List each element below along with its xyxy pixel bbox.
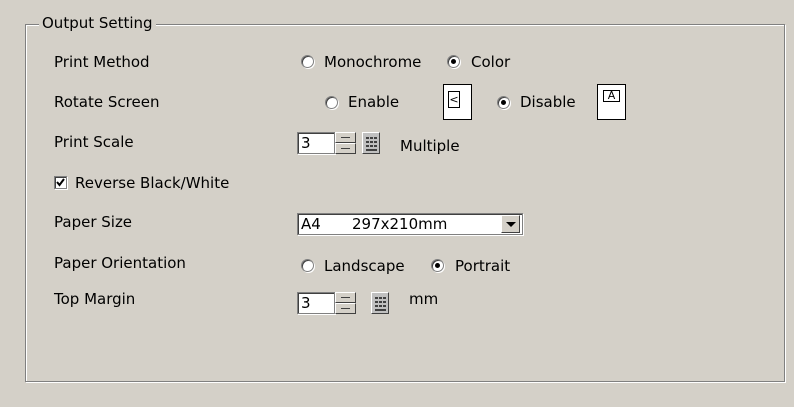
keypad-icon[interactable]	[362, 132, 380, 154]
upright-a-icon: A	[603, 90, 620, 102]
reverse-bw-label[interactable]: Reverse Black/White	[75, 173, 229, 193]
top-margin-spinner[interactable]	[335, 292, 356, 314]
top-margin-input[interactable]: 3	[297, 292, 335, 314]
print-method-label: Print Method	[54, 53, 150, 71]
landscape-radio[interactable]	[301, 259, 314, 272]
reverse-bw-checkbox[interactable]	[54, 176, 67, 189]
monochrome-label[interactable]: Monochrome	[324, 52, 421, 72]
print-scale-label: Print Scale	[54, 133, 134, 151]
color-label[interactable]: Color	[471, 52, 510, 72]
spin-up-button[interactable]	[335, 132, 356, 143]
keypad-icon[interactable]	[371, 292, 389, 314]
rotated-a-icon: <	[448, 91, 460, 108]
print-scale-input[interactable]: 3	[297, 132, 335, 154]
enable-label[interactable]: Enable	[348, 92, 399, 112]
top-margin-label: Top Margin	[54, 290, 136, 308]
top-margin-unit: mm	[409, 290, 439, 308]
chevron-down-icon[interactable]	[501, 215, 520, 233]
spin-up-button[interactable]	[335, 292, 356, 303]
paper-size-select[interactable]: A4 297x210mm	[297, 213, 523, 235]
group-title: Output Setting	[39, 13, 156, 33]
paper-size-label: Paper Size	[54, 213, 133, 231]
print-scale-spinner[interactable]	[335, 132, 356, 154]
color-radio[interactable]	[447, 55, 460, 68]
landscape-label[interactable]: Landscape	[324, 256, 405, 276]
spin-down-button[interactable]	[335, 143, 356, 154]
output-setting-group	[25, 24, 785, 382]
paper-size-value: A4	[301, 215, 321, 233]
paper-orientation-label: Paper Orientation	[54, 254, 186, 272]
enable-radio[interactable]	[325, 96, 338, 109]
portrait-label[interactable]: Portrait	[455, 256, 510, 276]
monochrome-radio[interactable]	[301, 55, 314, 68]
disable-label[interactable]: Disable	[520, 92, 576, 112]
disable-rotate-preview-icon: A	[597, 84, 626, 120]
print-scale-unit: Multiple	[400, 137, 460, 155]
rotate-screen-label: Rotate Screen	[54, 93, 160, 111]
portrait-radio[interactable]	[431, 259, 444, 272]
spin-down-button[interactable]	[335, 303, 356, 314]
checkmark-icon	[56, 178, 65, 187]
disable-radio[interactable]	[497, 96, 510, 109]
enable-rotate-preview-icon: <	[443, 84, 472, 120]
paper-size-dimensions: 297x210mm	[352, 215, 448, 233]
